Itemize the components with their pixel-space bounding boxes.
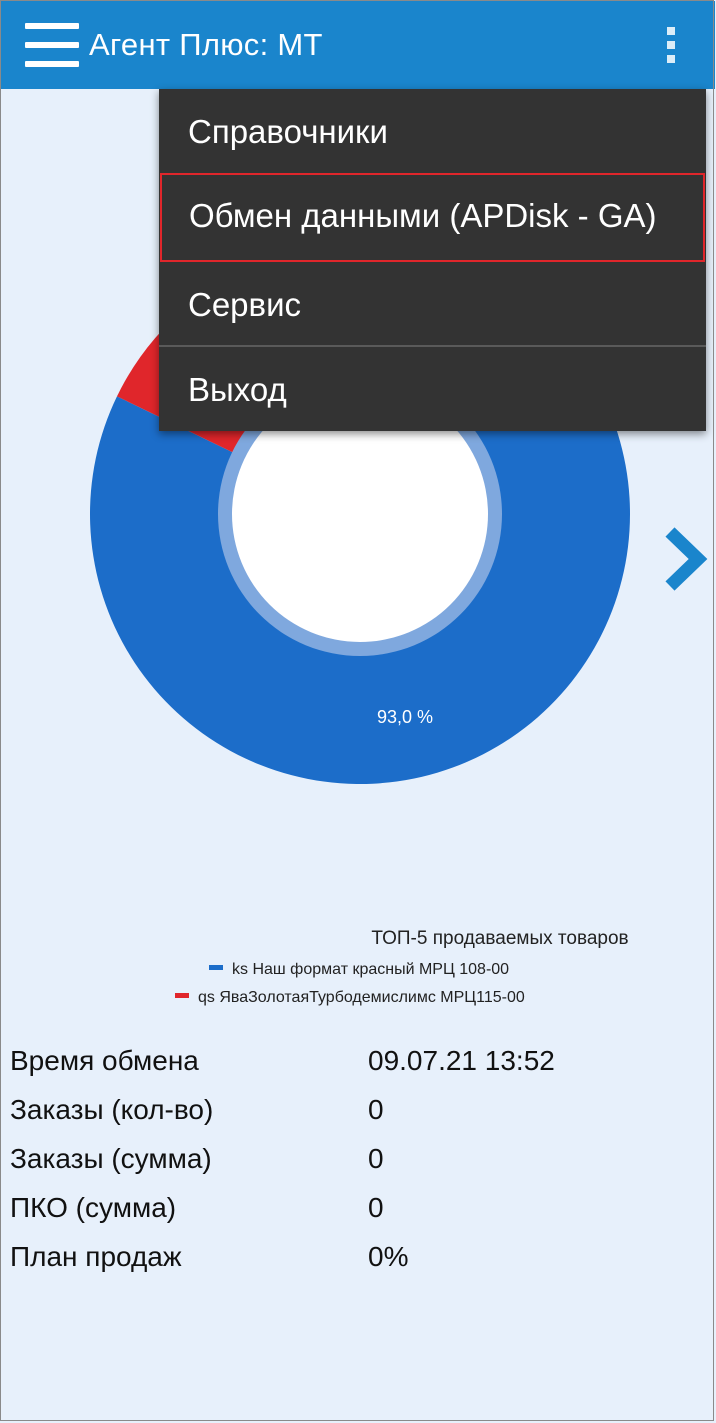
legend-item: ks Наш формат красный МРЦ 108-00	[209, 961, 509, 979]
legend-swatch	[175, 993, 189, 999]
stat-value: 0%	[368, 1241, 409, 1272]
menu-item-service[interactable]: Сервис	[159, 262, 706, 347]
legend-swatch	[209, 965, 223, 971]
stat-value: 0	[368, 1143, 384, 1174]
stat-row: Время обмена 09.07.21 13:52	[0, 1045, 716, 1094]
menu-item-exit[interactable]: Выход	[159, 347, 706, 432]
legend-label: ks Наш формат красный МРЦ 108-00	[232, 961, 510, 978]
menu-item-data-exchange[interactable]: Обмен данными (APDisk - GA)	[160, 173, 705, 262]
stat-label: ПКО (сумма)	[10, 1192, 177, 1223]
more-vertical-icon[interactable]	[661, 27, 681, 67]
chart-title: ТОП-5 продаваемых товаров	[371, 928, 629, 949]
stat-row: Заказы (кол-во) 0	[0, 1094, 716, 1143]
stat-label: Заказы (сумма)	[10, 1143, 212, 1174]
legend-label: qs ЯваЗолотаяТурбодемислимс МРЦ115-00	[198, 989, 525, 1006]
menu-item-directories[interactable]: Справочники	[159, 89, 706, 174]
stat-value: 0	[368, 1094, 384, 1125]
stat-label: План продаж	[10, 1241, 182, 1272]
chevron-right-icon[interactable]	[660, 524, 710, 594]
pie-data-label: 93,0 %	[377, 707, 433, 727]
app-title: Агент Плюс: МТ	[89, 27, 323, 62]
app-bar: Агент Плюс: МТ	[1, 1, 715, 89]
stat-row: ПКО (сумма) 0	[0, 1192, 716, 1241]
stat-value: 09.07.21 13:52	[368, 1045, 555, 1076]
stat-row: План продаж 0%	[0, 1241, 716, 1290]
stat-label: Время обмена	[10, 1045, 199, 1076]
stat-label: Заказы (кол-во)	[10, 1094, 214, 1125]
stat-value: 0	[368, 1192, 384, 1223]
stat-row: Заказы (сумма) 0	[0, 1143, 716, 1192]
hamburger-menu-icon[interactable]	[25, 23, 79, 67]
legend-item: qs ЯваЗолотаяТурбодемислимс МРЦ115-00	[175, 989, 525, 1007]
overflow-menu: Справочники Обмен данными (APDisk - GA) …	[159, 89, 706, 431]
